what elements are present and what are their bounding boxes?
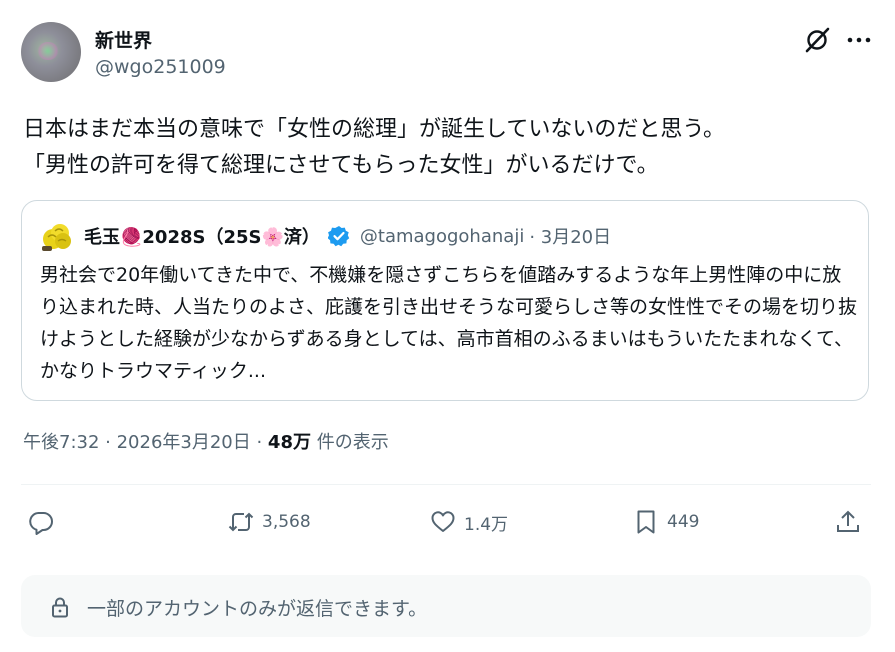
- heart-icon: [431, 511, 455, 532]
- view-count: 48万: [267, 432, 311, 453]
- reply-icon: [29, 512, 53, 535]
- like-count: 1.4万: [464, 514, 509, 535]
- quoted-author-name[interactable]: 毛玉🧶2028S（25S🌸済）: [84, 223, 320, 249]
- retweet-icon: [228, 512, 254, 532]
- share-button[interactable]: [835, 505, 861, 539]
- tweet-meta: 午後7:32 · 2026年3月20日 · 48万 件の表示: [23, 428, 389, 454]
- quoted-author-avatar[interactable]: [40, 219, 74, 253]
- reply-restriction-banner: 一部のアカウントのみが返信できます。: [21, 575, 871, 637]
- bookmark-button[interactable]: 449: [633, 505, 699, 539]
- lock-icon: [52, 597, 68, 618]
- bookmark-count: 449: [667, 512, 700, 532]
- retweet-count: 3,568: [262, 512, 311, 532]
- share-icon: [837, 510, 859, 532]
- quoted-tweet-text: 男社会で20年働いてきた中で、不機嫌を隠さずこちらを値踏みするような年上男性陣の…: [40, 264, 858, 382]
- reply-button[interactable]: [28, 505, 62, 539]
- verified-badge-icon: [327, 226, 350, 247]
- quoted-tweet-header: 毛玉🧶2028S（25S🌸済） @tamagogohanaji · 3月20日: [40, 223, 611, 251]
- author-handle[interactable]: @wgo251009: [95, 56, 226, 78]
- author-name[interactable]: 新世界: [95, 26, 152, 53]
- divider: [21, 484, 871, 485]
- quoted-author-handle[interactable]: @tamagogohanaji: [360, 226, 524, 247]
- grok-icon[interactable]: [803, 26, 831, 54]
- more-options-icon[interactable]: [845, 26, 873, 54]
- tweet-text: 日本はまだ本当の意味で「女性の総理」が誕生していないのだと思う。 「男性の許可を…: [23, 117, 726, 178]
- retweet-button[interactable]: 3,568: [228, 505, 311, 539]
- bookmark-icon: [637, 510, 655, 534]
- quoted-tweet[interactable]: 毛玉🧶2028S（25S🌸済） @tamagogohanaji · 3月20日 …: [21, 200, 869, 401]
- quoted-tweet-date[interactable]: · 3月20日: [529, 223, 611, 249]
- author-avatar[interactable]: [21, 22, 81, 82]
- like-button[interactable]: 1.4万: [430, 505, 508, 539]
- tweet-timestamp[interactable]: 午後7:32 · 2026年3月20日 ·: [23, 432, 268, 453]
- view-count-suffix: 件の表示: [310, 432, 389, 453]
- reply-restriction-text: 一部のアカウントのみが返信できます。: [87, 598, 428, 620]
